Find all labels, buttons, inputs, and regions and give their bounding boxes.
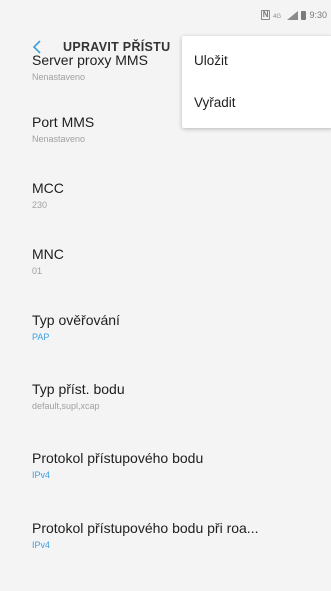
setting-label: Typ ověřování xyxy=(32,312,120,328)
setting-value: IPv4 xyxy=(32,470,51,480)
setting-mcc[interactable]: MCC 230 xyxy=(32,180,64,210)
signal-icon xyxy=(287,10,299,20)
setting-value: PAP xyxy=(32,332,50,342)
setting-mms-proxy[interactable]: Server proxy MMS Nenastaveno xyxy=(32,52,148,82)
setting-apn-protocol[interactable]: Protokol přístupového bodu IPv4 xyxy=(32,450,203,480)
setting-label: MNC xyxy=(32,246,64,262)
setting-auth-type[interactable]: Typ ověřování PAP xyxy=(32,312,120,342)
setting-label: Port MMS xyxy=(32,114,95,130)
setting-value: default,supl,xcap xyxy=(32,401,100,411)
battery-icon xyxy=(301,10,307,20)
setting-label: Protokol přístupového bodu při roa... xyxy=(32,520,259,536)
setting-value: IPv4 xyxy=(32,540,51,550)
setting-label: MCC xyxy=(32,180,64,196)
setting-mnc[interactable]: MNC 01 xyxy=(32,246,64,276)
status-bar: N 4G 9:30 xyxy=(0,0,331,30)
setting-value: 01 xyxy=(32,266,43,276)
volte-icon: 4G xyxy=(273,14,281,20)
setting-label: Protokol přístupového bodu xyxy=(32,450,204,466)
setting-label: Typ příst. bodu xyxy=(32,381,125,397)
setting-value: Nenastaveno xyxy=(32,134,86,144)
svg-text:4G: 4G xyxy=(273,14,281,20)
overflow-menu: Uložit Vyřadit xyxy=(182,36,331,128)
nfc-icon: N xyxy=(260,10,271,20)
setting-mms-port[interactable]: Port MMS Nenastaveno xyxy=(32,114,94,144)
setting-apn-type[interactable]: Typ příst. bodu default,supl,xcap xyxy=(32,381,125,411)
menu-item-discard[interactable]: Vyřadit xyxy=(194,95,236,110)
setting-value: Nenastaveno xyxy=(32,72,86,82)
setting-apn-roaming-protocol[interactable]: Protokol přístupového bodu při roa... IP… xyxy=(32,520,258,550)
menu-item-save[interactable]: Uložit xyxy=(194,53,228,68)
screen: N 4G 9:30 UPRAVIT PŘÍSTU Server proxy MM… xyxy=(0,0,331,591)
setting-label: Server proxy MMS xyxy=(32,52,148,68)
status-time: 9:30 xyxy=(309,10,327,20)
status-icons: N 4G 9:30 xyxy=(260,10,327,20)
setting-value: 230 xyxy=(32,200,48,210)
